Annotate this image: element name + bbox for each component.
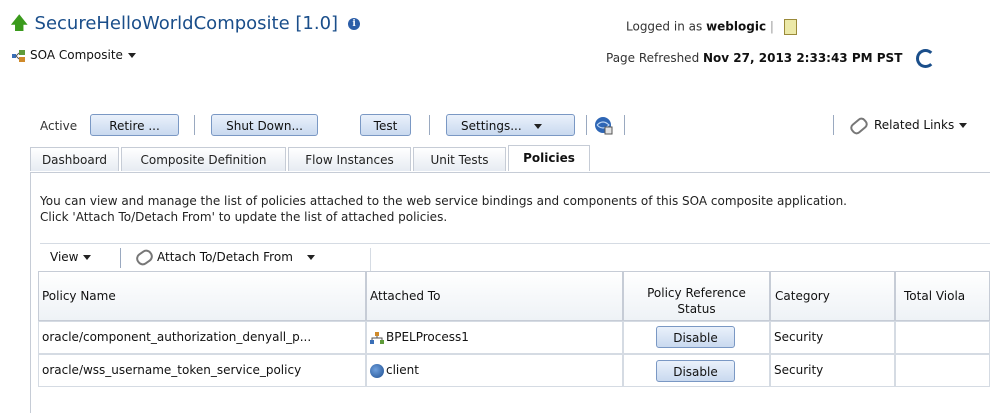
tab-composite-definition[interactable]: Composite Definition (121, 147, 286, 171)
note-icon[interactable] (783, 19, 797, 35)
column-header-total-violations[interactable]: Total Viola (895, 271, 990, 321)
related-links-menu[interactable]: Related Links (848, 115, 968, 136)
view-label: View (50, 250, 79, 264)
chevron-down-icon (959, 123, 968, 128)
table-row-1-violations (895, 321, 990, 354)
page-title: 🡅 SecureHelloWorldComposite [1.0] i (10, 11, 361, 41)
chain-link-icon (848, 115, 870, 136)
retire-button[interactable]: Retire ... (90, 114, 179, 136)
refreshed-time: Nov 27, 2013 2:33:43 PM PST (703, 51, 903, 65)
tab-dashboard[interactable]: Dashboard (30, 147, 119, 171)
settings-button[interactable]: Settings... (446, 114, 575, 136)
web-service-icon[interactable] (594, 116, 614, 136)
refresh-icon[interactable] (916, 49, 936, 68)
attached-to-label: client (386, 363, 419, 377)
test-button[interactable]: Test (360, 114, 411, 136)
refreshed-label: Page Refreshed (606, 51, 700, 65)
tab-flow-instances[interactable]: Flow Instances (288, 147, 411, 171)
separator (833, 115, 834, 135)
settings-label: Settings... (461, 119, 522, 133)
table-row-1-attached[interactable]: BPELProcess1 (366, 321, 623, 354)
table-toolbar: View Attach To/Detach From (40, 243, 990, 272)
info-icon[interactable]: i (348, 18, 361, 30)
separator (429, 115, 430, 135)
separator (370, 248, 371, 272)
shutdown-button[interactable]: Shut Down... (211, 114, 318, 136)
separator (120, 248, 121, 268)
action-toolbar: Active Retire ... Shut Down... Test Sett… (0, 114, 990, 140)
table-row-2-policy[interactable]: oracle/wss_username_token_service_policy (38, 354, 366, 387)
column-header-policy-name[interactable]: Policy Name (38, 271, 366, 321)
column-header-policy-reference-status[interactable]: Policy Reference Status (623, 271, 770, 321)
header-line: Status (677, 302, 716, 316)
table-row-2-attached[interactable]: client (366, 354, 623, 387)
paperclip-icon (133, 247, 156, 268)
tab-policies[interactable]: Policies (508, 145, 590, 171)
page-refreshed: Page Refreshed Nov 27, 2013 2:33:43 PM P… (606, 49, 936, 68)
attach-detach-button[interactable]: Attach To/Detach From (133, 247, 315, 268)
column-header-category[interactable]: Category (770, 271, 895, 321)
separator (624, 115, 625, 135)
table-row-1-category: Security (770, 321, 895, 354)
status-label: Active (40, 119, 78, 133)
table-row-2-violations (895, 354, 990, 387)
composite-type-label: SOA Composite (30, 48, 123, 62)
tab-bar: Dashboard Composite Definition Flow Inst… (30, 145, 990, 172)
composite-icon (12, 49, 25, 62)
composite-title: SecureHelloWorldComposite [1.0] (34, 13, 339, 34)
table-row-2-category: Security (770, 354, 895, 387)
up-arrow-icon[interactable]: 🡅 (10, 11, 29, 41)
tab-unit-tests[interactable]: Unit Tests (413, 147, 506, 171)
description-line-2: Click 'Attach To/Detach From' to update … (40, 210, 448, 224)
composite-type-menu[interactable]: SOA Composite (12, 48, 136, 62)
chevron-down-icon (127, 53, 136, 58)
description-line-1: You can view and manage the list of poli… (40, 194, 847, 208)
chevron-down-icon (83, 255, 92, 260)
chevron-down-icon (533, 124, 542, 129)
bpel-process-icon (370, 331, 384, 344)
column-header-attached-to[interactable]: Attached To (366, 271, 623, 321)
disable-button[interactable]: Disable (656, 360, 735, 382)
logged-in-info: Logged in as weblogic | (626, 19, 797, 35)
attached-to-label: BPELProcess1 (386, 330, 469, 344)
separator (586, 115, 587, 135)
policies-description: You can view and manage the list of poli… (40, 193, 847, 225)
separator (194, 115, 195, 135)
username: weblogic (706, 19, 767, 34)
header-line: Policy Reference (647, 286, 746, 300)
disable-button[interactable]: Disable (656, 326, 735, 348)
view-menu[interactable]: View (50, 250, 92, 264)
web-service-icon (370, 363, 384, 378)
table-row-1-policy[interactable]: oracle/component_authorization_denyall_p… (38, 321, 366, 354)
attach-label: Attach To/Detach From (157, 250, 293, 264)
logged-in-label: Logged in as (626, 19, 703, 34)
chevron-down-icon (306, 255, 315, 260)
related-links-label: Related Links (874, 118, 955, 132)
